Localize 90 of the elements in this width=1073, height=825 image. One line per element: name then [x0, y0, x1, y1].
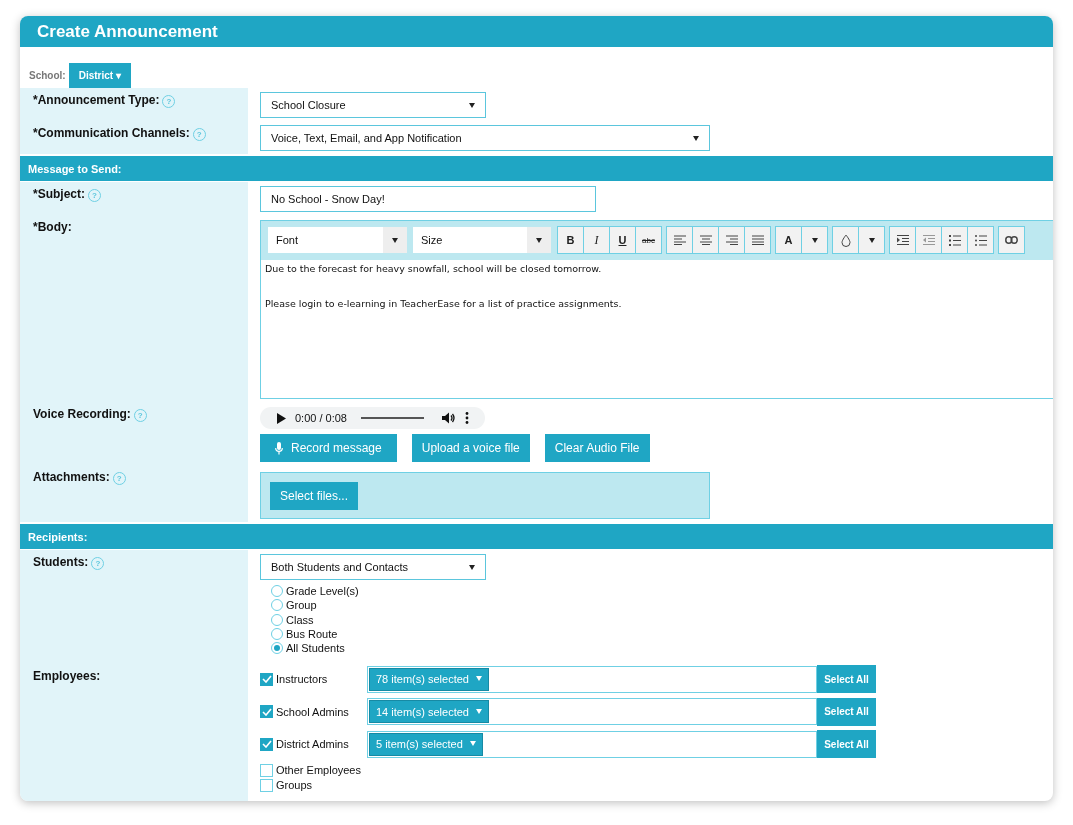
indent-button[interactable]	[890, 227, 915, 253]
selection-dropdown[interactable]: 5 item(s) selected	[369, 733, 483, 756]
field-label: Employees:	[33, 669, 101, 684]
highlight-button[interactable]	[833, 227, 858, 253]
select-files-button[interactable]: Select files...	[270, 482, 359, 510]
drop-icon	[840, 233, 851, 247]
record-button[interactable]: Record message	[260, 434, 397, 462]
caret-icon	[693, 135, 699, 141]
ordered-list-button[interactable]	[942, 227, 967, 253]
school-label: School:	[29, 70, 66, 81]
multiselect-field[interactable]: 5 item(s) selected	[367, 731, 817, 758]
radio-button[interactable]	[271, 628, 283, 641]
channels-select[interactable]: Voice, Text, Email, and App Notification	[260, 125, 710, 151]
radio-label: All Students	[286, 642, 345, 655]
audio-player[interactable]: 0:00 / 0:08	[260, 407, 485, 429]
caret-button[interactable]	[802, 227, 827, 253]
radio-button[interactable]	[271, 585, 283, 598]
section-title: Recipients:	[28, 530, 88, 543]
ordered-list-icon	[948, 234, 961, 246]
align-button[interactable]	[667, 227, 692, 253]
body-paragraph: Please login to e-learning in TeacherEase for a list of practice assignments.	[265, 298, 623, 309]
format-button[interactable]: abc	[636, 227, 661, 253]
field-label: *Announcement Type:	[33, 93, 160, 107]
audio-button[interactable]: Upload a voice file	[411, 434, 530, 462]
caret-icon	[469, 102, 475, 108]
align-button[interactable]	[745, 227, 770, 253]
field-label: *Subject:	[33, 187, 85, 201]
checkbox[interactable]	[260, 779, 273, 792]
select-all-button[interactable]: Select All	[817, 698, 876, 726]
audio-button[interactable]: Clear Audio File	[544, 434, 650, 462]
link-icon	[1005, 236, 1018, 244]
select-all-button[interactable]: Select All	[817, 665, 876, 694]
page-title: Create Announcement	[37, 21, 218, 42]
align-icon	[699, 235, 712, 245]
field-label: Voice Recording:	[33, 407, 131, 421]
indent-icon	[896, 235, 909, 245]
selection-dropdown[interactable]: 14 item(s) selected	[369, 700, 489, 724]
field-label: *Communication Channels:	[33, 126, 190, 140]
checkbox-label: District Admins	[276, 738, 350, 751]
select-all-button[interactable]: Select All	[817, 730, 876, 759]
checkbox-label: Other Employees	[276, 764, 362, 777]
caret-icon	[469, 564, 475, 570]
font-select[interactable]: Font	[268, 227, 407, 253]
more-icon[interactable]	[465, 412, 469, 424]
radio-label: Class	[286, 613, 314, 626]
checkbox[interactable]	[260, 705, 273, 719]
align-icon	[725, 235, 738, 245]
size-select[interactable]: Size	[413, 227, 551, 253]
format-button[interactable]: B	[558, 227, 583, 253]
checkbox[interactable]	[260, 673, 273, 686]
radio-button[interactable]	[271, 613, 283, 626]
radio-button[interactable]	[271, 599, 283, 612]
radio-label: Group	[286, 599, 317, 612]
format-button[interactable]: U	[610, 227, 635, 253]
caret-button[interactable]	[859, 227, 884, 253]
multiselect-field[interactable]: 78 item(s) selected	[367, 666, 817, 693]
school-dropdown[interactable]: District ▾	[68, 63, 131, 88]
students-select[interactable]: Both Students and Contacts	[260, 554, 486, 580]
volume-icon[interactable]	[442, 412, 455, 424]
text-color-button[interactable]: A	[776, 227, 801, 253]
selection-dropdown[interactable]: 78 item(s) selected	[369, 668, 489, 691]
format-button[interactable]: I	[584, 227, 609, 253]
align-icon	[751, 235, 764, 245]
radio-label: Bus Route	[286, 628, 338, 641]
play-icon[interactable]	[276, 412, 286, 424]
attachment-dropzone[interactable]: Select files...	[260, 472, 710, 519]
align-button[interactable]	[693, 227, 718, 253]
announcement-type-select[interactable]: School Closure	[260, 92, 486, 118]
align-button[interactable]	[719, 227, 744, 253]
multiselect-field[interactable]: 14 item(s) selected	[367, 698, 817, 726]
bullet-list-icon	[974, 234, 987, 246]
subject-input[interactable]: No School - Snow Day!	[260, 186, 596, 212]
audio-time: 0:00 / 0:08	[295, 412, 347, 424]
checkbox[interactable]	[260, 764, 273, 777]
link-button[interactable]	[999, 227, 1024, 253]
field-label: *Body:	[33, 220, 72, 234]
field-label: Students:	[33, 555, 89, 569]
radio-label: Grade Level(s)	[286, 585, 359, 598]
checkbox-label: Instructors	[276, 673, 329, 686]
bullet-list-button[interactable]	[968, 227, 993, 253]
microphone-icon	[275, 441, 283, 455]
align-icon	[673, 235, 686, 245]
checkbox[interactable]	[260, 738, 273, 751]
radio-button[interactable]	[271, 642, 283, 655]
section-title: Message to Send:	[28, 162, 122, 175]
field-label: Attachments:	[33, 470, 110, 484]
checkbox-label: School Admins	[276, 706, 350, 718]
outdent-icon	[922, 235, 935, 245]
body-paragraph: Due to the forecast for heavy snowfall, school will be closed tomorrow.	[265, 263, 603, 274]
checkbox-label: Groups	[276, 779, 314, 792]
